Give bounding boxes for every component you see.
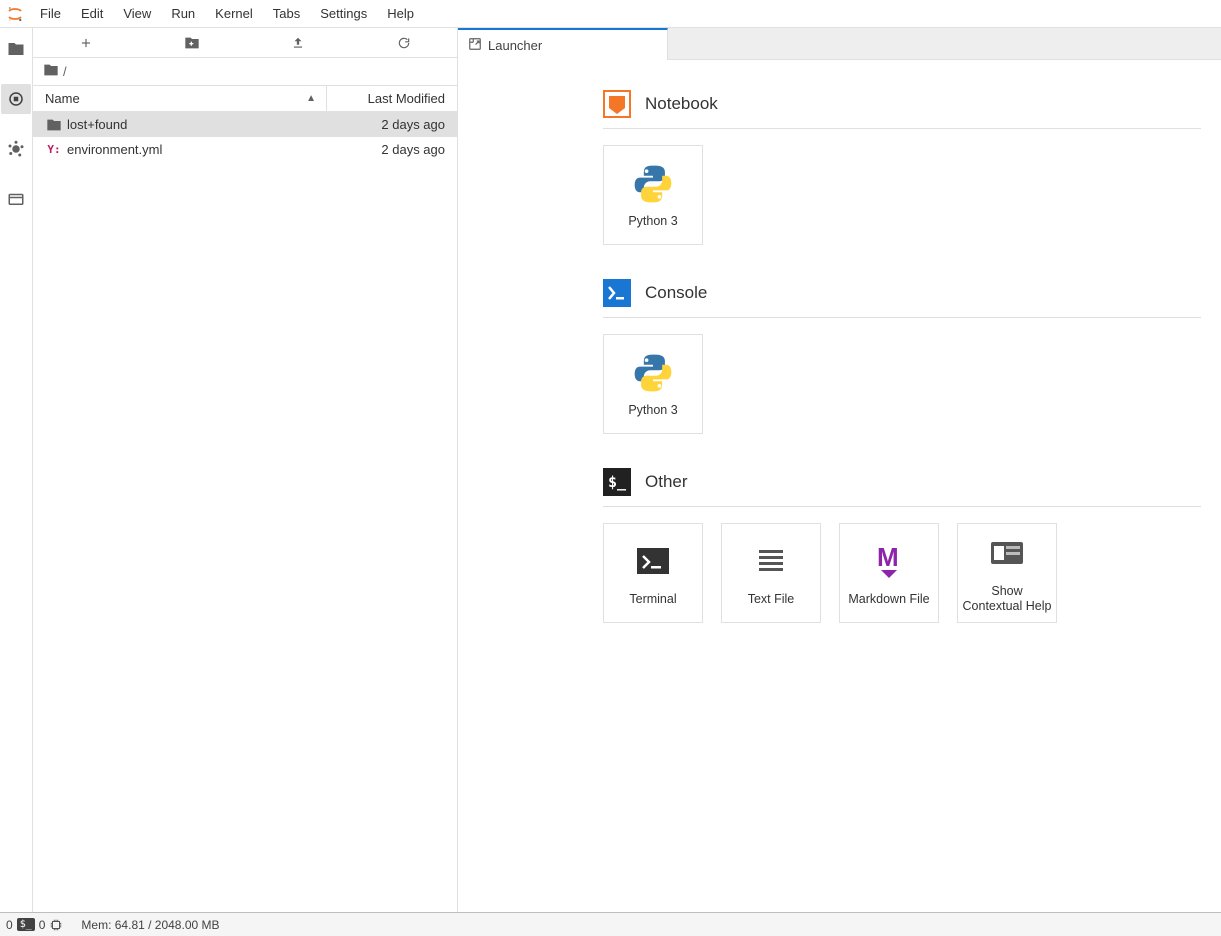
new-folder-button[interactable] [139,28,245,57]
tab-label: Launcher [488,38,542,53]
launcher-card-python-3[interactable]: Python 3 [603,145,703,245]
python-icon [631,351,675,395]
status-memory[interactable]: Mem: 64.81 / 2048.00 MB [81,918,219,932]
tabs-tab-icon[interactable] [1,184,31,214]
svg-text:M: M [877,542,899,572]
file-row[interactable]: lost+found2 days ago [33,112,457,137]
status-count-1: 0 [6,918,13,932]
folder-icon [43,62,59,81]
file-row[interactable]: Y:environment.yml2 days ago [33,137,457,162]
breadcrumb-path: / [63,64,67,79]
status-bar: 0 $_ 0 Mem: 64.81 / 2048.00 MB [0,912,1221,936]
card-label: Text File [748,592,795,607]
terminal-chip-icon: $_ [17,918,35,931]
cards-row: Terminal Text File M Markdown File Show Cont… [603,523,1221,623]
notebook-section-icon [603,90,631,118]
sort-indicator-icon: ▲ [306,93,316,104]
menu-settings[interactable]: Settings [310,0,377,28]
launcher-card-python-3[interactable]: Python 3 [603,334,703,434]
activity-bar [0,28,33,912]
launcher-body: Notebook Python 3 Console Python 3 $_ Other Te… [458,60,1221,912]
section-title: Other [645,472,688,492]
file-modified: 2 days ago [327,117,445,132]
cards-row: Python 3 [603,145,1221,245]
section-title: Notebook [645,94,718,114]
file-list: lost+found2 days agoY:environment.yml2 d… [33,112,457,162]
section-title: Console [645,283,707,303]
card-label: Markdown File [848,592,929,607]
launcher-card-markdown-file[interactable]: M Markdown File [839,523,939,623]
jupyter-logo[interactable] [0,0,30,28]
status-running-sessions[interactable]: 0 $_ 0 [6,918,63,932]
file-modified: 2 days ago [327,142,445,157]
launcher-tab-icon [468,37,482,54]
kernel-status-icon [49,918,63,932]
help-icon [985,532,1029,576]
textfile-icon [749,540,793,584]
col-name-label: Name [45,91,80,106]
file-name: environment.yml [63,142,327,157]
menu-kernel[interactable]: Kernel [205,0,263,28]
launcher-section-console: Console Python 3 [603,279,1221,434]
main-content: Launcher Notebook Python 3 Console Python 3… [458,28,1221,912]
file-type-icon: Y: [45,143,63,156]
menu-view[interactable]: View [113,0,161,28]
launcher-section-notebook: Notebook Python 3 [603,90,1221,245]
new-launcher-button[interactable] [33,28,139,57]
menu-edit[interactable]: Edit [71,0,113,28]
menu-run[interactable]: Run [161,0,205,28]
upload-button[interactable] [245,28,351,57]
card-label: Show Contextual Help [962,584,1052,614]
card-label: Terminal [629,592,676,607]
section-header: Console [603,279,1201,318]
section-header: Notebook [603,90,1201,129]
launcher-section-other: $_ Other Terminal Text File M Markdown File Sh… [603,468,1221,623]
file-name: lost+found [63,117,327,132]
menu-bar: File Edit View Run Kernel Tabs Settings … [0,0,1221,28]
status-count-2: 0 [39,918,46,932]
card-label: Python 3 [628,214,677,229]
file-browser-toolbar [33,28,457,58]
menu-tabs[interactable]: Tabs [263,0,310,28]
launcher-card-terminal[interactable]: Terminal [603,523,703,623]
file-browser-panel: / Name ▲ Last Modified lost+found2 days … [33,28,458,912]
launcher-card-show-contextual-help[interactable]: Show Contextual Help [957,523,1057,623]
card-label: Python 3 [628,403,677,418]
extensions-tab-icon[interactable] [1,134,31,164]
svg-text:$_: $_ [608,473,627,491]
python-icon [631,162,675,206]
menu-file[interactable]: File [30,0,71,28]
file-list-header[interactable]: Name ▲ Last Modified [33,86,457,112]
terminal-icon [631,540,675,584]
tab-launcher[interactable]: Launcher [458,28,668,60]
launcher-card-text-file[interactable]: Text File [721,523,821,623]
running-tab-icon[interactable] [1,84,31,114]
col-modified-label: Last Modified [327,91,457,106]
refresh-button[interactable] [351,28,457,57]
filebrowser-tab-icon[interactable] [1,34,31,64]
other-section-icon: $_ [603,468,631,496]
console-section-icon [603,279,631,307]
breadcrumb[interactable]: / [33,58,457,86]
markdown-icon: M [867,540,911,584]
section-header: $_ Other [603,468,1201,507]
file-type-icon [45,117,63,133]
cards-row: Python 3 [603,334,1221,434]
menu-help[interactable]: Help [377,0,424,28]
tab-bar: Launcher [458,28,1221,60]
